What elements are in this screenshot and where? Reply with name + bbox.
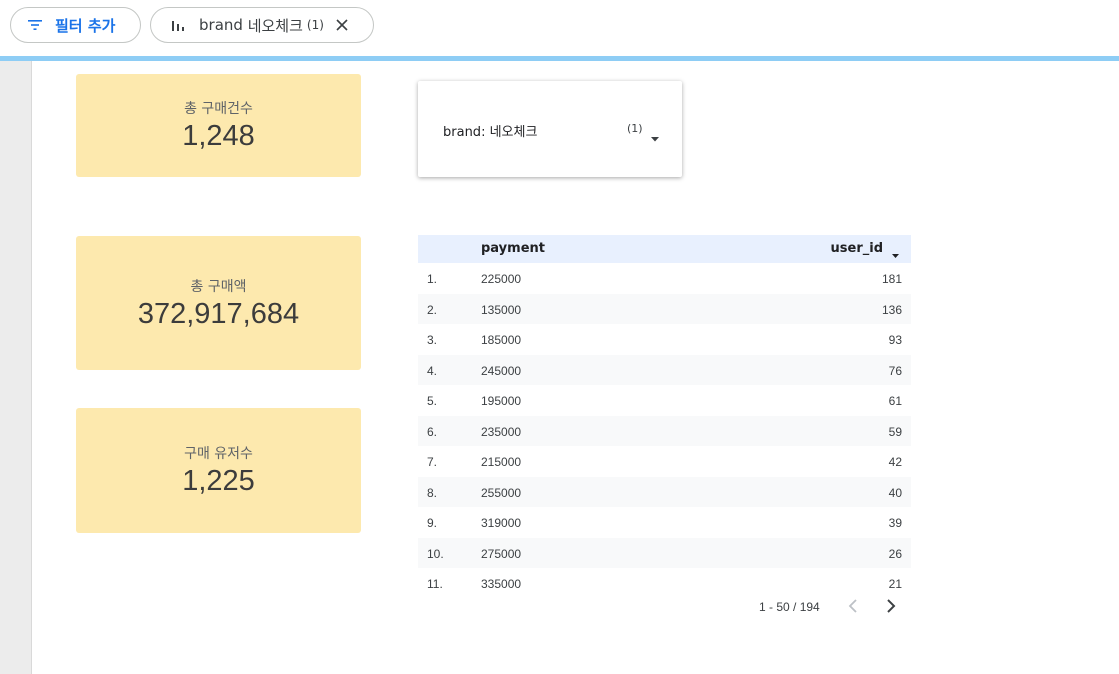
filter-control-value: 네오체크 (489, 125, 538, 140)
cell-user-id: 26 (888, 546, 902, 561)
cell-user-id: 136 (881, 302, 902, 317)
table-row[interactable]: 5. 195000 61 (418, 385, 911, 416)
brand-filter-chip[interactable]: brand 네오체크 (1) (150, 7, 374, 43)
row-index: 8. (427, 485, 438, 500)
brand-filter-control[interactable]: brand: 네오체크 (1) (418, 81, 682, 177)
cell-user-id: 181 (881, 272, 902, 286)
cell-user-id: 42 (888, 455, 902, 469)
cell-user-id: 40 (888, 485, 902, 500)
brand-chip-field: brand (199, 16, 243, 34)
row-index: 5. (427, 394, 438, 408)
row-index: 3. (427, 333, 438, 347)
row-index: 10. (427, 546, 444, 561)
cell-payment: 335000 (481, 577, 522, 591)
table-row[interactable]: 7. 215000 42 (418, 446, 911, 477)
table-row[interactable]: 6. 235000 59 (418, 415, 911, 446)
row-index: 11. (427, 577, 443, 591)
scorecard-total-purchases: 총 구매건수 1,248 (76, 74, 361, 177)
bar-chart-icon (171, 19, 185, 31)
brand-chip-count: (1) (306, 18, 324, 32)
scorecard-label: 총 구매건수 (184, 101, 253, 117)
header-divider (0, 56, 1119, 61)
pagination-range: 1 - 50 / 194 (759, 600, 820, 614)
brand-chip-value: 네오체크 (247, 16, 303, 35)
chevron-left-icon[interactable] (848, 599, 858, 616)
row-index: 2. (427, 302, 438, 317)
scorecard-label: 구매 유저수 (184, 446, 253, 462)
data-table: payment user_id 1. 225000 181 2. 135000 136 3.… (418, 235, 911, 599)
cell-user-id: 61 (888, 394, 902, 408)
scorecard-buyer-count: 구매 유저수 1,225 (76, 408, 361, 533)
cell-payment: 195000 (481, 394, 522, 408)
sort-desc-icon[interactable] (892, 247, 899, 262)
cell-payment: 215000 (481, 455, 522, 469)
cell-user-id: 39 (888, 516, 902, 530)
filter-control-count: (1) (627, 122, 643, 135)
pagination: 1 - 50 / 194 (418, 596, 911, 618)
scorecard-value: 1,248 (182, 120, 255, 152)
table-row[interactable]: 9. 319000 39 (418, 507, 911, 538)
table-body: 1. 225000 181 2. 135000 136 3. 185000 93 4. 245000… (418, 263, 911, 599)
scorecard-value: 372,917,684 (137, 297, 300, 330)
filter-control-label: brand: 네오체크 (443, 125, 538, 140)
scorecard-total-amount: 총 구매액 372,917,684 (76, 236, 361, 370)
table-row[interactable]: 4. 245000 76 (418, 354, 911, 385)
table-row[interactable]: 11. 335000 21 (418, 568, 911, 599)
cell-payment: 275000 (481, 546, 522, 561)
row-index: 7. (427, 455, 438, 469)
table-row[interactable]: 2. 135000 136 (418, 293, 911, 324)
table-row[interactable]: 1. 225000 181 (418, 263, 911, 294)
row-index: 4. (427, 363, 438, 378)
filter-bar: 필터 추가 brand 네오체크 (1) (0, 0, 1119, 56)
cell-payment: 135000 (481, 302, 522, 317)
column-header-payment[interactable]: payment (481, 241, 545, 256)
cell-payment: 225000 (481, 272, 522, 286)
cell-user-id: 93 (888, 333, 902, 347)
cell-payment: 319000 (481, 516, 522, 530)
cell-user-id: 21 (888, 577, 902, 591)
close-icon[interactable] (336, 19, 348, 31)
cell-user-id: 59 (888, 424, 902, 439)
scorecard-label: 총 구매액 (190, 278, 247, 295)
column-header-user-id[interactable]: user_id (831, 241, 883, 256)
cell-payment: 255000 (481, 485, 522, 500)
table-row[interactable]: 8. 255000 40 (418, 476, 911, 507)
table-header: payment user_id (418, 235, 911, 263)
filter-list-icon (27, 19, 43, 31)
scorecard-value: 1,225 (182, 465, 255, 497)
row-index: 6. (427, 424, 438, 439)
cell-user-id: 76 (888, 363, 902, 378)
filter-control-field: brand (443, 125, 482, 140)
cell-payment: 235000 (481, 424, 522, 439)
table-row[interactable]: 10. 275000 26 (418, 537, 911, 568)
add-filter-button[interactable]: 필터 추가 (10, 7, 141, 43)
caret-down-icon[interactable] (651, 127, 659, 146)
chevron-right-icon[interactable] (886, 599, 896, 616)
left-gutter (0, 61, 32, 674)
table-row[interactable]: 3. 185000 93 (418, 324, 911, 355)
row-index: 1. (427, 272, 438, 286)
cell-payment: 185000 (481, 333, 522, 347)
cell-payment: 245000 (481, 363, 522, 378)
row-index: 9. (427, 516, 438, 530)
add-filter-label: 필터 추가 (55, 16, 116, 35)
